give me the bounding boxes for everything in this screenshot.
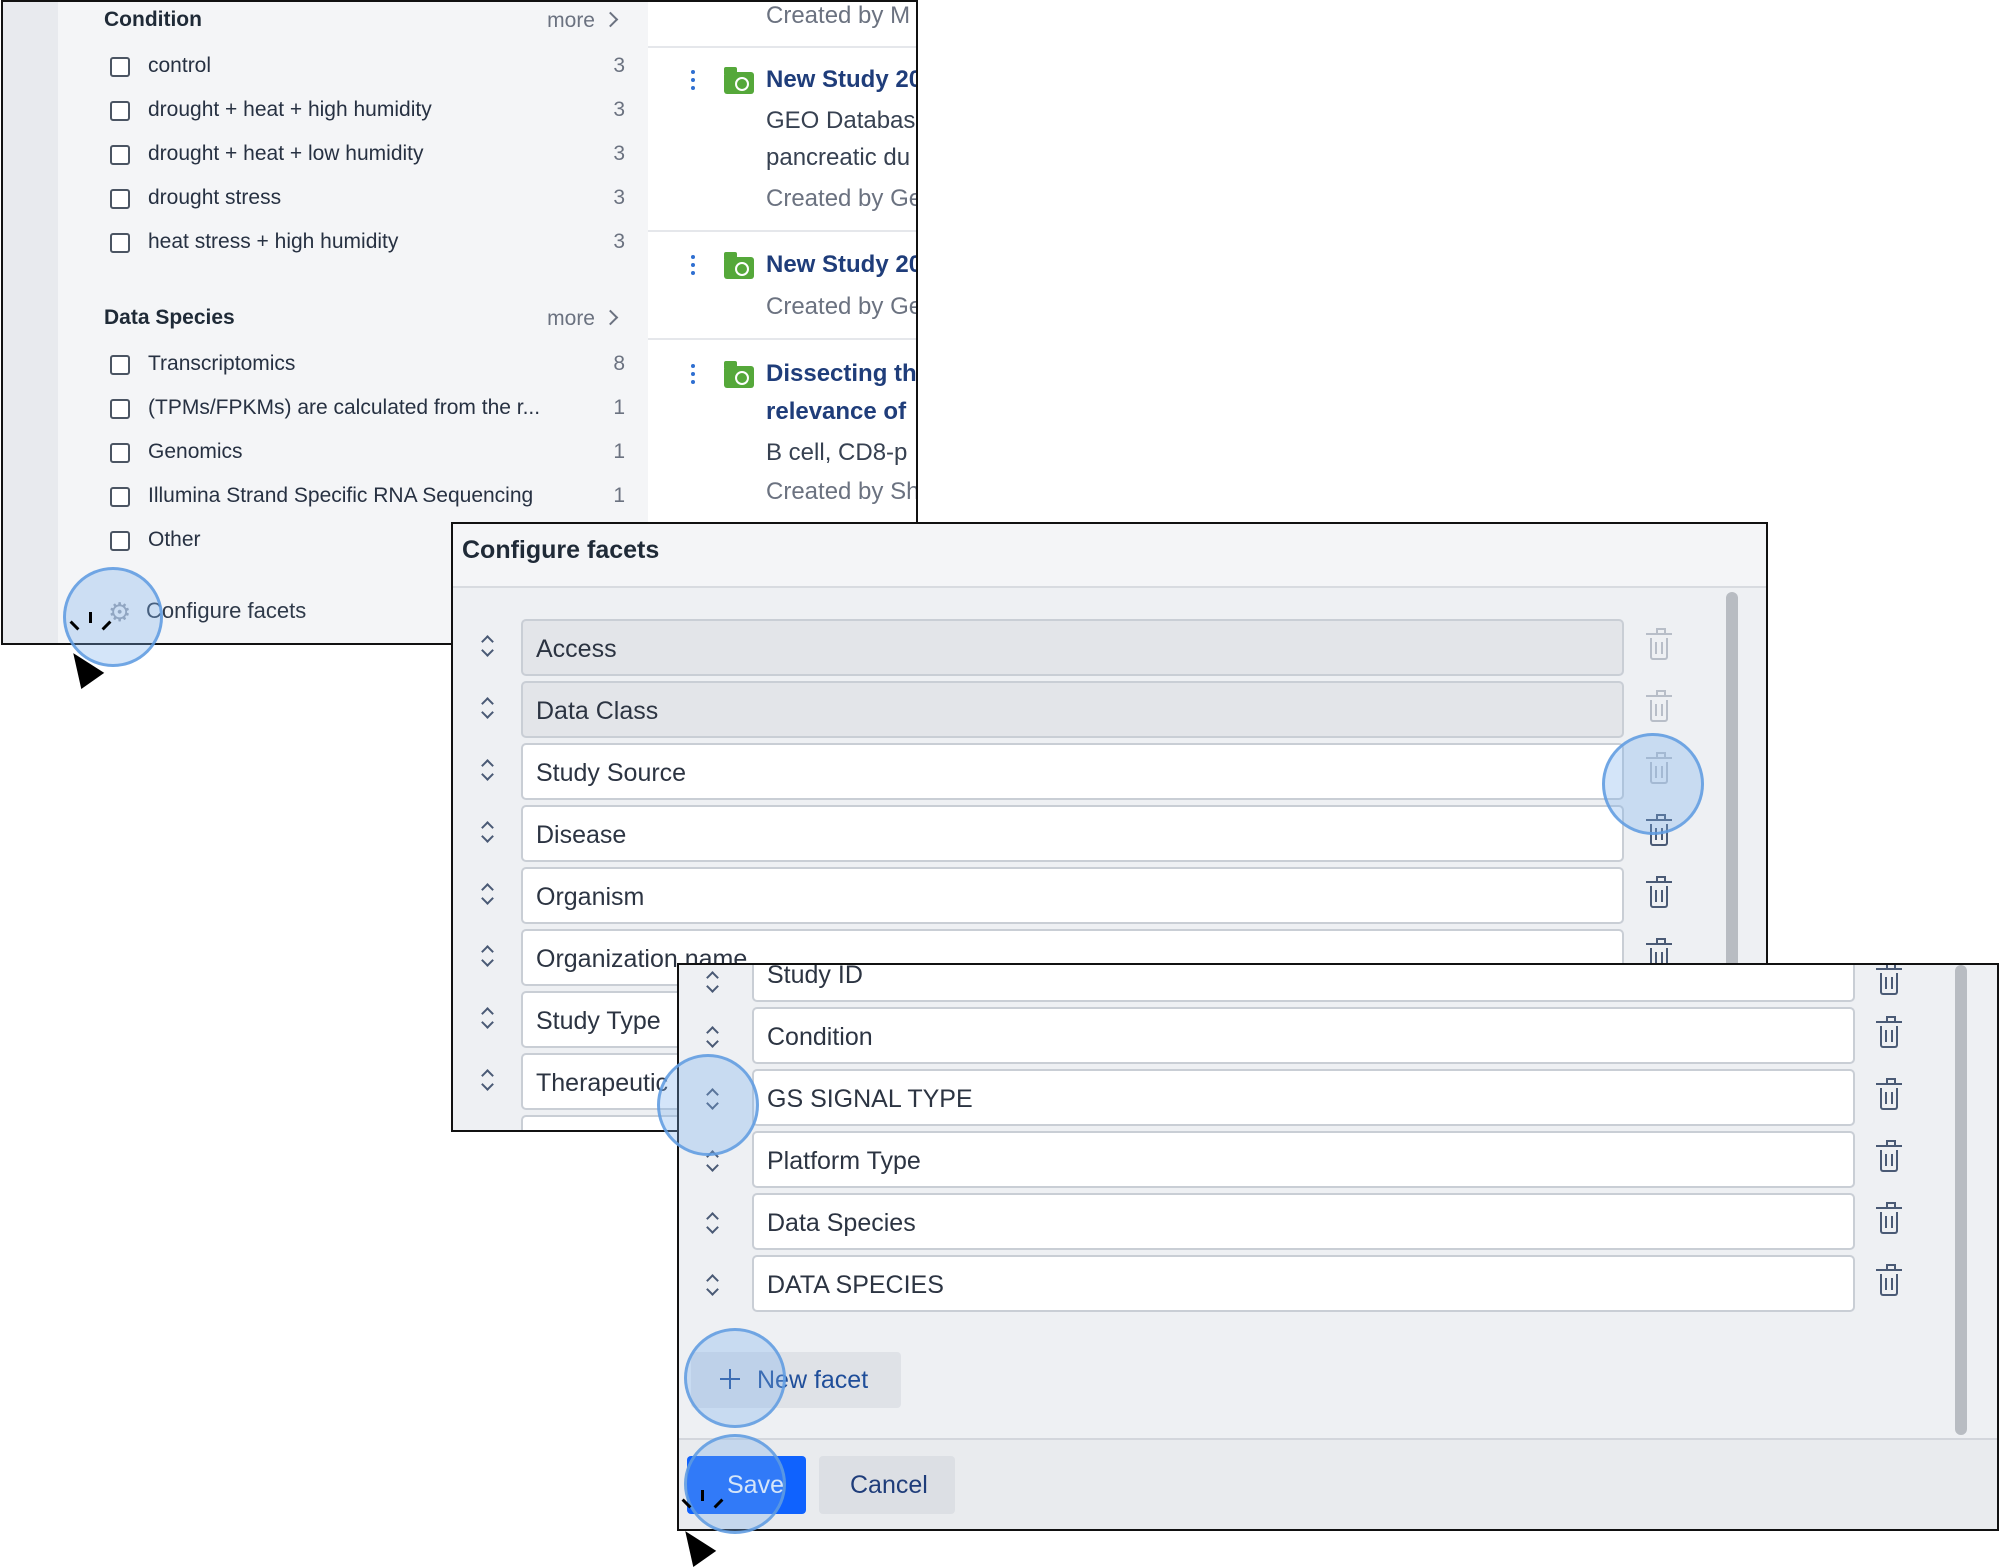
trash-icon	[1646, 628, 1672, 660]
more-link-condition[interactable]: more	[547, 9, 619, 33]
drag-handle-icon[interactable]	[481, 1006, 495, 1030]
study-title-link[interactable]: relevance of	[766, 398, 906, 426]
dialog-scrollbar[interactable]	[1955, 965, 1967, 1435]
study-title-link[interactable]: Dissecting th	[766, 360, 916, 388]
facet-heading-data-species: Data Species	[104, 306, 235, 329]
checkbox[interactable]	[110, 57, 130, 77]
facet-name-field[interactable]: Organism	[521, 867, 1624, 924]
dialog-title: Configure facets	[462, 536, 660, 564]
study-meta: Created by Ge	[766, 293, 918, 320]
study-folder-icon	[724, 67, 754, 94]
checkbox[interactable]	[110, 399, 130, 419]
facet-name-field[interactable]: Disease	[521, 805, 1624, 862]
trash-icon[interactable]	[1876, 1016, 1902, 1048]
facet-option[interactable]: heat stress + high humidity 3	[110, 230, 625, 260]
click-highlight	[1602, 733, 1704, 835]
facet-option[interactable]: drought stress 3	[110, 186, 625, 216]
chevron-right-icon	[602, 309, 619, 326]
drag-handle-icon[interactable]	[481, 882, 495, 906]
facet-option[interactable]: Transcriptomics 8	[110, 352, 625, 382]
configure-facets-link[interactable]: Configure facets	[146, 598, 306, 624]
drag-handle-icon[interactable]	[481, 944, 495, 968]
study-title-link[interactable]: New Study 20	[766, 251, 916, 279]
left-rail	[3, 2, 58, 643]
trash-icon[interactable]	[1876, 1078, 1902, 1110]
mouse-cursor-icon	[673, 1490, 724, 1567]
facet-option[interactable]: drought + heat + low humidity 3	[110, 142, 625, 172]
drag-handle-icon[interactable]	[481, 1068, 495, 1092]
checkbox[interactable]	[110, 189, 130, 209]
more-link-data-species[interactable]: more	[547, 307, 619, 331]
facet-name-field[interactable]: DATA SPECIES	[752, 1255, 1855, 1312]
facet-name-field[interactable]: Study Source	[521, 743, 1624, 800]
drag-handle-icon[interactable]	[706, 1025, 720, 1049]
study-meta: Created by Sh	[766, 478, 918, 505]
facet-name-field[interactable]: Condition	[752, 1007, 1855, 1064]
checkbox[interactable]	[110, 443, 130, 463]
study-folder-icon	[724, 252, 754, 279]
configure-facets-dialog-bottom: Study ID Condition GS SIGNAL TYPE Platfo…	[677, 963, 1999, 1531]
click-highlight	[684, 1328, 786, 1428]
facet-heading-condition: Condition	[104, 8, 202, 31]
study-folder-icon	[724, 361, 754, 388]
facet-option[interactable]: Illumina Strand Specific RNA Sequencing …	[110, 484, 625, 514]
facet-name-field[interactable]: Study ID	[752, 965, 1855, 1002]
checkbox[interactable]	[110, 233, 130, 253]
cancel-button[interactable]: Cancel	[819, 1456, 955, 1514]
trash-icon[interactable]	[1876, 965, 1902, 995]
study-meta: Created by Ge	[766, 185, 918, 212]
drag-handle-icon[interactable]	[481, 696, 495, 720]
facet-name-field[interactable]: GS SIGNAL TYPE	[752, 1069, 1855, 1126]
mouse-cursor-icon	[61, 612, 112, 689]
facet-option[interactable]: Genomics 1	[110, 440, 625, 470]
drag-handle-icon[interactable]	[481, 634, 495, 658]
trash-icon[interactable]	[1876, 1202, 1902, 1234]
study-title-link[interactable]: New Study 20	[766, 66, 916, 94]
study-description: B cell, CD8-p	[766, 439, 908, 466]
chevron-right-icon	[602, 11, 619, 28]
checkbox[interactable]	[110, 355, 130, 375]
facet-name-field: Access	[521, 619, 1624, 676]
trash-icon[interactable]	[1646, 876, 1672, 908]
kebab-menu-icon[interactable]	[691, 70, 695, 94]
facet-name-field[interactable]: Platform Type	[752, 1131, 1855, 1188]
trash-icon	[1646, 690, 1672, 722]
drag-handle-icon[interactable]	[481, 758, 495, 782]
study-description: pancreatic du	[766, 144, 911, 171]
drag-handle-icon[interactable]	[706, 1273, 720, 1297]
facet-option[interactable]: drought + heat + high humidity 3	[110, 98, 625, 128]
facet-option[interactable]: control 3	[110, 54, 625, 84]
kebab-menu-icon[interactable]	[691, 255, 695, 279]
dialog-header: Configure facets	[453, 524, 1766, 588]
divider	[648, 230, 916, 232]
click-highlight	[657, 1054, 759, 1156]
checkbox[interactable]	[110, 487, 130, 507]
trash-icon[interactable]	[1876, 1264, 1902, 1296]
facet-option[interactable]: (TPMs/FPKMs) are calculated from the r..…	[110, 396, 625, 426]
drag-handle-icon[interactable]	[706, 970, 720, 994]
drag-handle-icon[interactable]	[706, 1211, 720, 1235]
facet-name-field: Data Class	[521, 681, 1624, 738]
study-meta: Created by M	[766, 2, 911, 29]
checkbox[interactable]	[110, 101, 130, 121]
divider	[648, 46, 916, 48]
drag-handle-icon[interactable]	[481, 820, 495, 844]
divider	[648, 338, 916, 340]
checkbox[interactable]	[110, 531, 130, 551]
kebab-menu-icon[interactable]	[691, 364, 695, 388]
study-description: GEO Databas	[766, 107, 916, 134]
facet-name-field[interactable]: Data Species	[752, 1193, 1855, 1250]
trash-icon[interactable]	[1876, 1140, 1902, 1172]
checkbox[interactable]	[110, 145, 130, 165]
